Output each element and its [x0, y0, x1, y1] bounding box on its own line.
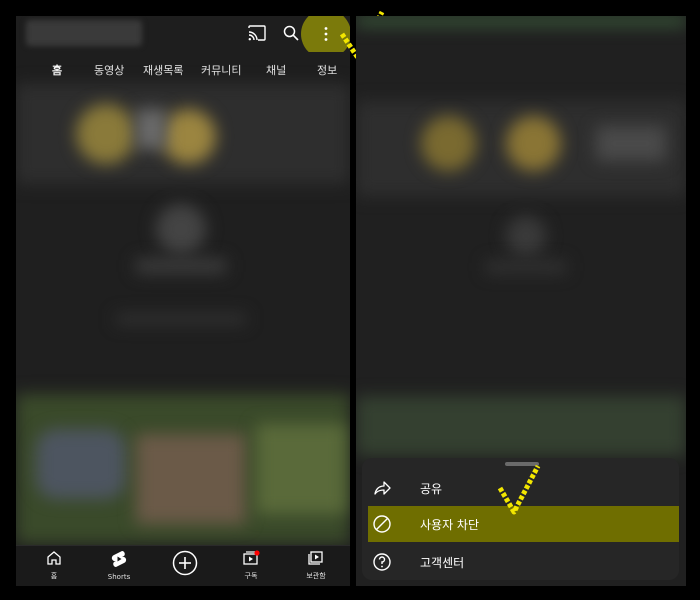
subscriptions-icon [243, 550, 260, 565]
tab-about[interactable]: 정보 [317, 62, 337, 78]
create-button[interactable] [160, 550, 210, 580]
cast-icon[interactable] [246, 22, 268, 44]
nav-home[interactable]: 홈 [29, 550, 79, 581]
nav-library[interactable]: 보관함 [291, 550, 341, 581]
bottom-navigation: 홈 Shorts 구독 보관함 [16, 545, 350, 586]
search-icon[interactable] [280, 22, 302, 44]
create-plus-icon [172, 550, 198, 576]
menu-item-help-label: 고객센터 [420, 556, 465, 570]
shorts-icon [111, 551, 127, 567]
notification-dot [254, 550, 260, 556]
channel-screen: 홈 동영상 재생목록 커뮤니티 채널 정보 홈 Shorts 구독 보관함 [16, 16, 350, 586]
top-bar [16, 16, 350, 59]
tab-channels[interactable]: 채널 [266, 62, 286, 78]
menu-item-block-user-label: 사용자 차단 [420, 518, 480, 532]
tab-home[interactable]: 홈 [52, 62, 62, 78]
tab-community[interactable]: 커뮤니티 [201, 62, 241, 78]
channel-name-blurred [26, 20, 142, 46]
home-icon [47, 551, 61, 565]
nav-shorts[interactable]: Shorts [94, 550, 144, 581]
block-icon [373, 515, 391, 533]
share-icon [374, 481, 391, 495]
library-icon [308, 551, 323, 565]
nav-home-label: 홈 [50, 572, 58, 580]
tab-videos[interactable]: 동영상 [94, 62, 124, 78]
menu-item-help[interactable]: 고객센터 [362, 544, 679, 580]
nav-subscriptions-label: 구독 [244, 572, 258, 580]
channel-tabs: 홈 동영상 재생목록 커뮤니티 채널 정보 [16, 52, 350, 84]
nav-subscriptions[interactable]: 구독 [226, 550, 276, 581]
menu-item-share-label: 공유 [420, 482, 443, 496]
checkmark-annotation-icon [497, 464, 541, 515]
more-vert-icon [324, 27, 328, 41]
help-icon [373, 553, 391, 571]
nav-shorts-label: Shorts [107, 573, 131, 581]
nav-library-label: 보관함 [306, 572, 326, 580]
tab-playlists[interactable]: 재생목록 [143, 62, 183, 78]
